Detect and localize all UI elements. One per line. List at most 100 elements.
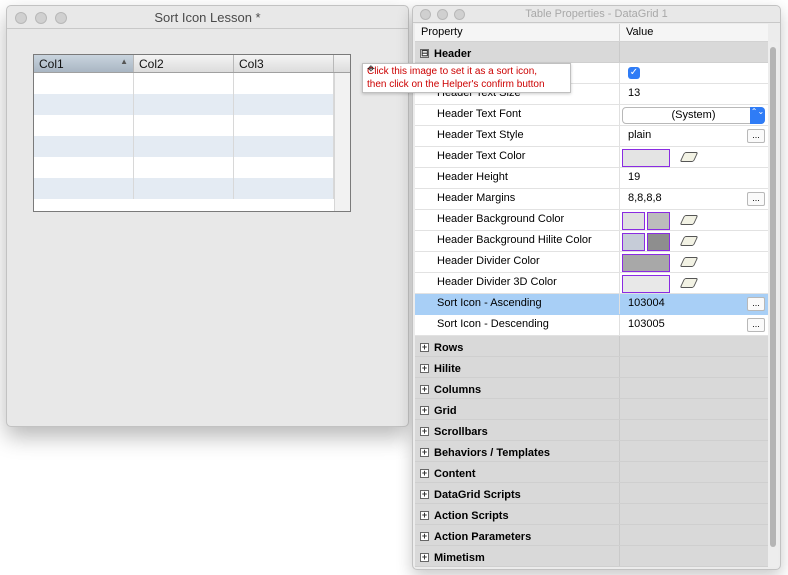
section-grid[interactable]: + Grid: [415, 399, 768, 420]
property-value[interactable]: 8,8,8,8...: [620, 189, 768, 209]
grid-row[interactable]: [34, 157, 350, 178]
ellipsis-button[interactable]: ...: [747, 318, 765, 332]
grid-cell[interactable]: [134, 178, 234, 199]
grid-cell[interactable]: [234, 178, 334, 199]
property-row-header-height[interactable]: Header Height 19: [415, 168, 768, 189]
property-value[interactable]: 103004...: [620, 294, 768, 314]
expand-toggle-icon[interactable]: +: [420, 490, 429, 499]
expand-toggle-icon[interactable]: +: [420, 511, 429, 520]
property-value[interactable]: [620, 210, 768, 230]
grid-row[interactable]: [34, 94, 350, 115]
property-row-header-background-hilite-color[interactable]: Header Background Hilite Color: [415, 231, 768, 252]
scrollbar-thumb[interactable]: [770, 47, 776, 547]
property-value-text[interactable]: plain: [628, 129, 651, 141]
property-row-header-divider-color[interactable]: Header Divider Color: [415, 252, 768, 273]
column-header-col1[interactable]: Col1 ▲: [34, 55, 134, 72]
property-value-text[interactable]: 8,8,8,8: [628, 192, 662, 204]
column-header-value[interactable]: Value: [620, 24, 659, 41]
property-row-header-background-color[interactable]: Header Background Color: [415, 210, 768, 231]
section-behaviors-templates[interactable]: + Behaviors / Templates: [415, 441, 768, 462]
property-value[interactable]: 103005...: [620, 315, 768, 335]
font-select[interactable]: (System) ⌃⌄: [622, 107, 765, 124]
column-header-col3[interactable]: Col3: [234, 55, 334, 72]
eraser-icon[interactable]: [679, 152, 699, 162]
property-value-text[interactable]: 103005: [628, 318, 665, 330]
expand-toggle-icon[interactable]: +: [420, 343, 429, 352]
grid-cell[interactable]: [234, 136, 334, 157]
eraser-icon[interactable]: [679, 257, 699, 267]
grid-row[interactable]: [34, 178, 350, 199]
color-swatch[interactable]: [622, 233, 645, 251]
section-action-parameters[interactable]: + Action Parameters: [415, 525, 768, 546]
section-hilite[interactable]: + Hilite: [415, 357, 768, 378]
grid-cell[interactable]: [234, 115, 334, 136]
property-value[interactable]: [620, 231, 768, 251]
expand-toggle-icon[interactable]: +: [420, 469, 429, 478]
ellipsis-button[interactable]: ...: [747, 192, 765, 206]
column-header-col2[interactable]: Col2: [134, 55, 234, 72]
grid-row[interactable]: [34, 73, 350, 94]
section-columns[interactable]: + Columns: [415, 378, 768, 399]
grid-cell[interactable]: [34, 73, 134, 94]
expand-toggle-icon[interactable]: +: [420, 427, 429, 436]
color-swatch[interactable]: [622, 275, 670, 293]
expand-toggle-icon[interactable]: +: [420, 448, 429, 457]
grid-cell[interactable]: [234, 157, 334, 178]
expand-toggle-icon[interactable]: +: [420, 364, 429, 373]
property-value[interactable]: 19: [620, 168, 768, 188]
grid-cell[interactable]: [134, 157, 234, 178]
property-value[interactable]: (System) ⌃⌄: [620, 105, 768, 125]
data-grid[interactable]: Col1 ▲ Col2 Col3: [33, 54, 351, 212]
expand-toggle-icon[interactable]: +: [420, 385, 429, 394]
grid-cell[interactable]: [134, 136, 234, 157]
property-row-sort-icon-descending[interactable]: Sort Icon - Descending 103005...: [415, 315, 768, 336]
grid-row[interactable]: [34, 115, 350, 136]
property-value[interactable]: [620, 273, 768, 293]
section-scrollbars[interactable]: + Scrollbars: [415, 420, 768, 441]
property-value-text[interactable]: 13: [628, 87, 640, 99]
property-value[interactable]: ✓: [620, 63, 768, 83]
section-mimetism[interactable]: + Mimetism: [415, 546, 768, 567]
grid-scrollbar[interactable]: [334, 73, 350, 211]
column-header-property[interactable]: Property: [415, 24, 620, 41]
grid-cell[interactable]: [34, 136, 134, 157]
section-datagrid-scripts[interactable]: + DataGrid Scripts: [415, 483, 768, 504]
color-swatch[interactable]: [647, 212, 670, 230]
property-row-header-text-color[interactable]: Header Text Color: [415, 147, 768, 168]
grid-cell[interactable]: [234, 73, 334, 94]
eraser-icon[interactable]: [679, 236, 699, 246]
property-row-header-divider-3d-color[interactable]: Header Divider 3D Color: [415, 273, 768, 294]
property-row-header-text-font[interactable]: Header Text Font (System) ⌃⌄: [415, 105, 768, 126]
grid-cell[interactable]: [134, 94, 234, 115]
property-row-sort-icon-ascending[interactable]: Sort Icon - Ascending 103004...: [415, 294, 768, 315]
section-action-scripts[interactable]: + Action Scripts: [415, 504, 768, 525]
color-swatch[interactable]: [622, 212, 645, 230]
color-swatch[interactable]: [647, 233, 670, 251]
eraser-icon[interactable]: [679, 215, 699, 225]
section-content[interactable]: + Content: [415, 462, 768, 483]
header-visible-checkbox[interactable]: ✓: [628, 67, 640, 79]
collapse-toggle-icon[interactable]: ⊟: [420, 49, 429, 58]
property-row-header-text-style[interactable]: Header Text Style plain...: [415, 126, 768, 147]
grid-cell[interactable]: [34, 115, 134, 136]
ellipsis-button[interactable]: ...: [747, 297, 765, 311]
color-swatch[interactable]: [622, 254, 670, 272]
color-swatch[interactable]: [622, 149, 670, 167]
expand-toggle-icon[interactable]: +: [420, 532, 429, 541]
grid-cell[interactable]: [34, 157, 134, 178]
grid-cell[interactable]: [134, 115, 234, 136]
property-scrollbar[interactable]: [768, 42, 778, 567]
section-rows[interactable]: + Rows: [415, 336, 768, 357]
property-value-text[interactable]: 103004: [628, 297, 665, 309]
eraser-icon[interactable]: [679, 278, 699, 288]
property-row-header-margins[interactable]: Header Margins 8,8,8,8...: [415, 189, 768, 210]
ellipsis-button[interactable]: ...: [747, 129, 765, 143]
grid-cell[interactable]: [134, 73, 234, 94]
property-value[interactable]: plain...: [620, 126, 768, 146]
expand-toggle-icon[interactable]: +: [420, 553, 429, 562]
expand-toggle-icon[interactable]: +: [420, 406, 429, 415]
grid-cell[interactable]: [234, 94, 334, 115]
grid-row[interactable]: [34, 136, 350, 157]
property-value-text[interactable]: 19: [628, 171, 640, 183]
property-value[interactable]: [620, 252, 768, 272]
